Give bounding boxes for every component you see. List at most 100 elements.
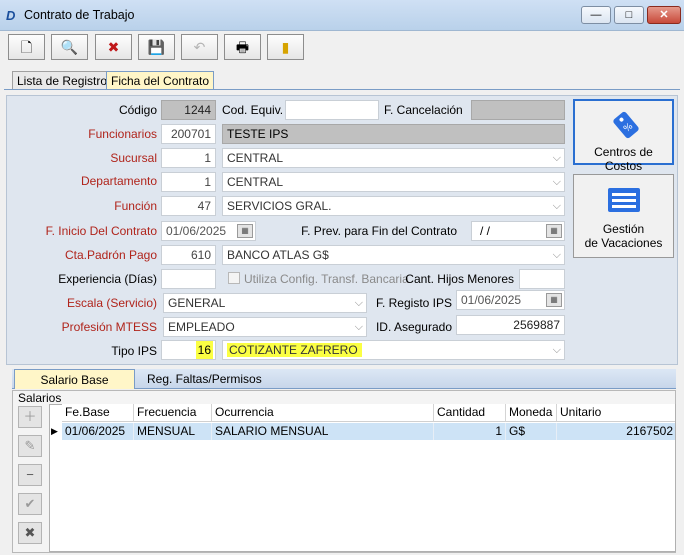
table-cell-frecuencia[interactable]: MENSUAL (134, 423, 212, 440)
gestion-line1: Gestión (602, 222, 645, 236)
column-header-unitario[interactable]: Unitario (557, 404, 675, 422)
tab-ficha-contrato[interactable]: Ficha del Contrato (106, 71, 215, 90)
f-inicio-date-input[interactable]: 01/06/2025 ▦ (161, 221, 256, 241)
tab-lista-registros[interactable]: Lista de Registros (12, 71, 119, 90)
escala-select[interactable]: GENERAL ⌵ (163, 293, 367, 313)
table-cell-moneda[interactable]: G$ (506, 423, 557, 440)
table-cell-unitario[interactable]: 2167502 (557, 423, 675, 440)
cant-hijos-input[interactable] (519, 269, 565, 289)
column-header-fe-base[interactable]: Fe.Base (62, 404, 134, 422)
f-prev-fin-date-input[interactable]: / / ▦ (471, 221, 565, 241)
tag-icon: % (613, 111, 639, 139)
chevron-down-icon: ⌵ (354, 321, 363, 333)
cancel-row-button[interactable]: ✖ (18, 522, 42, 544)
remove-row-button[interactable]: − (18, 464, 42, 486)
tab-salario-base[interactable]: Salario Base (14, 369, 135, 389)
table-cell-ocurrencia[interactable]: SALARIO MENSUAL (212, 423, 434, 440)
funcion-select[interactable]: SERVICIOS GRAL. ⌵ (222, 196, 565, 216)
print-button[interactable]: 🖶 (224, 34, 261, 60)
funcion-value: SERVICIOS GRAL. (227, 199, 332, 213)
save-record-button[interactable]: 💾 (138, 34, 175, 60)
close-button[interactable]: ✕ (647, 6, 681, 24)
chevron-down-icon: ⌵ (552, 249, 561, 261)
f-registo-ips-date-input[interactable]: 01/06/2025 ▦ (456, 290, 565, 310)
centros-de-costos-button[interactable]: % Centros de Costos (573, 99, 674, 173)
funcionario-code-input[interactable]: 200701 (161, 124, 216, 144)
sucursal-value: CENTRAL (227, 151, 284, 165)
undo-icon: ↶ (193, 39, 206, 55)
cod-equiv-label: Cod. Equiv. (222, 103, 284, 117)
app-icon: D (6, 8, 16, 23)
chevron-down-icon: ⌵ (552, 200, 561, 212)
calendar-icon[interactable]: ▦ (237, 224, 253, 238)
calendar-list-icon (608, 188, 640, 212)
profesion-select[interactable]: EMPLEADO ⌵ (163, 317, 367, 337)
calendar-icon[interactable]: ▦ (546, 224, 562, 238)
funcionarios-label: Funcionarios (88, 127, 157, 141)
f-inicio-label: F. Inicio Del Contrato (45, 224, 157, 238)
column-header-frecuencia[interactable]: Frecuencia (134, 404, 212, 422)
edit-row-button[interactable]: ✎ (18, 435, 42, 457)
new-record-button[interactable]: 🗋 (8, 34, 45, 60)
calendar-icon[interactable]: ▦ (546, 293, 562, 307)
minimize-button[interactable]: — (581, 6, 611, 24)
departamento-code-input[interactable]: 1 (161, 172, 216, 192)
escala-label: Escala (Servicio) (66, 296, 157, 310)
departamento-select[interactable]: CENTRAL ⌵ (222, 172, 565, 192)
funcionario-name-field: TESTE IPS (222, 124, 565, 144)
cta-padron-select[interactable]: BANCO ATLAS G$ ⌵ (222, 245, 565, 265)
delete-icon: ✖ (107, 39, 120, 55)
sucursal-code-input[interactable]: 1 (161, 148, 216, 168)
id-asegurado-label: ID. Asegurado (375, 320, 452, 334)
codigo-label: Código (118, 103, 157, 117)
f-prev-fin-label: F. Prev. para Fin del Contrato (301, 224, 457, 238)
tipo-ips-code-input[interactable]: 16 (161, 340, 216, 360)
chevron-down-icon: ⌵ (552, 152, 561, 164)
experiencia-input[interactable] (161, 269, 216, 289)
departamento-label: Departamento (80, 174, 157, 188)
f-registo-ips-value: 01/06/2025 (461, 293, 522, 307)
row-selector-icon[interactable]: ▶ (51, 423, 62, 440)
escala-value: GENERAL (168, 296, 226, 310)
exit-button[interactable]: ▮ (267, 34, 304, 60)
search-record-button[interactable]: 🔍 (51, 34, 88, 60)
cta-padron-label: Cta.Padrón Pago (64, 248, 157, 262)
sucursal-select[interactable]: CENTRAL ⌵ (222, 148, 565, 168)
maximize-button[interactable]: □ (614, 6, 644, 24)
column-header-cantidad[interactable]: Cantidad (434, 404, 506, 422)
search-icon: 🔍 (60, 39, 79, 55)
tab-reg-faltas-permisos[interactable]: Reg. Faltas/Permisos (137, 369, 272, 389)
add-row-button[interactable]: ＋ (18, 406, 42, 428)
f-cancelacion-label: F. Cancelación (384, 103, 463, 117)
id-asegurado-input[interactable]: 2569887 (456, 315, 565, 335)
column-header-ocurrencia[interactable]: Ocurrencia (212, 404, 434, 422)
tipo-ips-select[interactable]: COTIZANTE ZAFRERO ⌵ (222, 340, 565, 360)
exit-door-icon: ▮ (281, 39, 290, 55)
column-header-moneda[interactable]: Moneda (506, 404, 557, 422)
utiliza-config-checkbox[interactable] (228, 272, 240, 284)
cod-equiv-input[interactable] (285, 100, 379, 120)
table-cell-cantidad[interactable]: 1 (434, 423, 506, 440)
tab-divider (4, 89, 680, 90)
undo-button[interactable]: ↶ (181, 34, 218, 60)
utiliza-config-label: Utiliza Config. Transf. Bancaria (244, 272, 409, 286)
f-cancelacion-field (471, 100, 565, 120)
cant-hijos-label: Cant. Hijos Menores (405, 272, 514, 286)
tipo-ips-label: Tipo IPS (111, 344, 157, 358)
profesion-value: EMPLEADO (168, 320, 235, 334)
codigo-field: 1244 (161, 100, 216, 120)
delete-record-button[interactable]: ✖ (95, 34, 132, 60)
f-prev-fin-value: / / (480, 224, 491, 238)
gestion-vacaciones-button[interactable]: Gestión de Vacaciones (573, 174, 674, 258)
f-inicio-value: 01/06/2025 (166, 224, 227, 238)
cancel-circle-icon: ✖ (24, 525, 36, 540)
funcion-code-input[interactable]: 47 (161, 196, 216, 216)
add-icon: ＋ (23, 409, 37, 424)
gestion-line2: de Vacaciones (584, 236, 663, 250)
sucursal-label: Sucursal (110, 151, 157, 165)
table-cell-fe-base[interactable]: 01/06/2025 (62, 423, 134, 440)
cta-padron-code-input[interactable]: 610 (161, 245, 216, 265)
chevron-down-icon: ⌵ (552, 344, 561, 356)
confirm-row-button[interactable]: ✔ (18, 493, 42, 515)
salarios-label: Salarios (18, 391, 62, 405)
